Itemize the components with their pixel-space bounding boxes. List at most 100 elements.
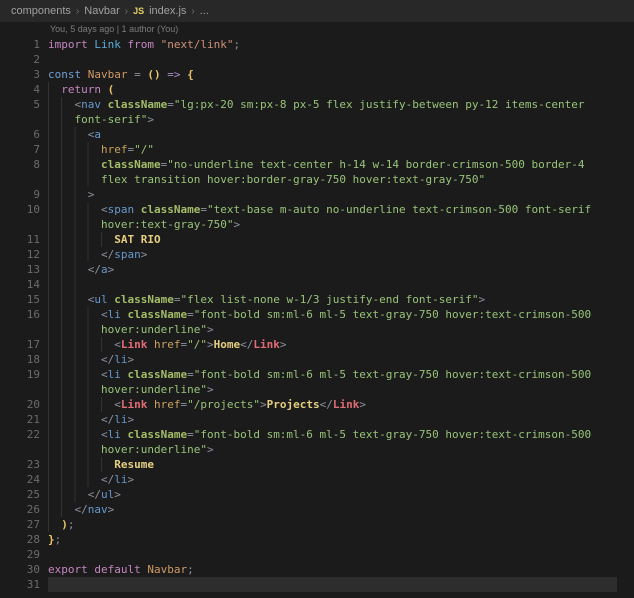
code-token: =: [187, 308, 194, 321]
code-row[interactable]: hover:text-gray-750">: [0, 217, 634, 232]
line-number[interactable]: 22: [0, 427, 48, 442]
code-row[interactable]: 3 const Navbar = () => {: [0, 67, 634, 82]
line-number[interactable]: [0, 442, 48, 457]
line-number[interactable]: [0, 322, 48, 337]
code-row[interactable]: 17 <Link href="/">Home</Link>: [0, 337, 634, 352]
line-number[interactable]: 11: [0, 232, 48, 247]
vscode-editor-window: components › Navbar › JS index.js › ... …: [0, 0, 634, 598]
code-row[interactable]: 23 Resume: [0, 457, 634, 472]
code-row[interactable]: 28};: [0, 532, 634, 547]
code-token: >: [279, 338, 287, 351]
code-row[interactable]: 21 </li>: [0, 412, 634, 427]
code-row[interactable]: 24 </li>: [0, 472, 634, 487]
line-number[interactable]: 17: [0, 337, 48, 352]
line-number[interactable]: 6: [0, 127, 48, 142]
code-row[interactable]: font-serif">: [0, 112, 634, 127]
code-line-text: </li>: [48, 472, 617, 487]
code-line-text: );: [48, 517, 617, 532]
line-number[interactable]: 27: [0, 517, 48, 532]
code-row[interactable]: 27 );: [0, 517, 634, 532]
code-token: >: [359, 398, 366, 411]
code-line-text: <li className="font-bold sm:ml-6 ml-5 te…: [48, 307, 617, 322]
code-row[interactable]: 26 </nav>: [0, 502, 634, 517]
line-number[interactable]: [0, 382, 48, 397]
code-row[interactable]: 2: [0, 52, 634, 67]
line-number[interactable]: 8: [0, 157, 48, 172]
line-number[interactable]: 29: [0, 547, 48, 562]
code-row[interactable]: 4 return (: [0, 82, 634, 97]
code-row[interactable]: 5 <nav className="lg:px-20 sm:px-8 px-5 …: [0, 97, 634, 112]
line-number[interactable]: [0, 112, 48, 127]
code-row[interactable]: 14: [0, 277, 634, 292]
line-number[interactable]: 12: [0, 247, 48, 262]
line-number[interactable]: 15: [0, 292, 48, 307]
code-row[interactable]: hover:underline">: [0, 442, 634, 457]
code-row[interactable]: 6 <a: [0, 127, 634, 142]
code-row[interactable]: flex transition hover:border-gray-750 ho…: [0, 172, 634, 187]
code-row[interactable]: 9 >: [0, 187, 634, 202]
line-number[interactable]: 21: [0, 412, 48, 427]
breadcrumb-item-symbol[interactable]: ...: [200, 5, 209, 17]
line-number[interactable]: 19: [0, 367, 48, 382]
breadcrumb-item-navbar[interactable]: Navbar: [84, 5, 119, 17]
code-token: (: [107, 83, 115, 96]
line-number[interactable]: 13: [0, 262, 48, 277]
code-row[interactable]: 29: [0, 547, 634, 562]
line-number[interactable]: 30: [0, 562, 48, 577]
code-row[interactable]: 12 </span>: [0, 247, 634, 262]
line-number[interactable]: [0, 217, 48, 232]
code-token: hover:text-gray-750": [100, 218, 234, 231]
code-row[interactable]: 8 className="no-underline text-center h-…: [0, 157, 634, 172]
code-token: li: [114, 413, 128, 426]
code-token: >: [127, 413, 135, 426]
line-number[interactable]: 18: [0, 352, 48, 367]
code-row[interactable]: 10 <span className="text-base m-auto no-…: [0, 202, 634, 217]
line-number[interactable]: 3: [0, 67, 48, 82]
code-row[interactable]: 11 SAT RIO: [0, 232, 634, 247]
line-number[interactable]: 20: [0, 397, 48, 412]
line-number[interactable]: 24: [0, 472, 48, 487]
code-token: href: [153, 338, 181, 351]
code-row[interactable]: 19 <li className="font-bold sm:ml-6 ml-5…: [0, 367, 634, 382]
code-row[interactable]: 18 </li>: [0, 352, 634, 367]
line-number[interactable]: 2: [0, 52, 48, 67]
code-row[interactable]: 16 <li className="font-bold sm:ml-6 ml-5…: [0, 307, 634, 322]
line-number[interactable]: 31: [0, 577, 48, 592]
code-row[interactable]: 13 </a>: [0, 262, 634, 277]
breadcrumb-item-filename[interactable]: index.js: [149, 5, 186, 17]
code-row[interactable]: hover:underline">: [0, 322, 634, 337]
code-row[interactable]: 15 <ul className="flex list-none w-1/3 j…: [0, 292, 634, 307]
code-token: "font-bold sm:ml-6 ml-5 text-gray-750 ho…: [193, 428, 592, 441]
line-number[interactable]: 4: [0, 82, 48, 97]
line-number[interactable]: 26: [0, 502, 48, 517]
code-area[interactable]: 1 import Link from "next/link"; 2 3 const Na…: [0, 37, 634, 592]
line-number[interactable]: [0, 172, 48, 187]
code-token: <: [100, 428, 108, 441]
line-number[interactable]: 7: [0, 142, 48, 157]
code-row[interactable]: 1 import Link from "next/link";: [0, 37, 634, 52]
codelens-annotation[interactable]: You, 5 days ago | 1 author (You): [0, 22, 634, 37]
line-number[interactable]: 14: [0, 277, 48, 292]
code-row[interactable]: hover:underline">: [0, 382, 634, 397]
line-number[interactable]: 16: [0, 307, 48, 322]
line-number[interactable]: 28: [0, 532, 48, 547]
code-row[interactable]: 31: [0, 577, 634, 592]
line-number[interactable]: 10: [0, 202, 48, 217]
code-row[interactable]: 20 <Link href="/projects">Projects</Link…: [0, 397, 634, 412]
line-number[interactable]: 25: [0, 487, 48, 502]
code-row[interactable]: 7 href="/": [0, 142, 634, 157]
breadcrumb-item-components[interactable]: components: [11, 5, 71, 17]
line-number[interactable]: 5: [0, 97, 48, 112]
line-number[interactable]: 9: [0, 187, 48, 202]
line-number[interactable]: 23: [0, 457, 48, 472]
code-row[interactable]: 25 </ul>: [0, 487, 634, 502]
code-row[interactable]: 30 export default Navbar;: [0, 562, 634, 577]
code-token: Resume: [114, 458, 154, 471]
line-number[interactable]: 1: [0, 37, 48, 52]
code-row[interactable]: 22 <li className="font-bold sm:ml-6 ml-5…: [0, 427, 634, 442]
code-token: className: [114, 293, 174, 306]
